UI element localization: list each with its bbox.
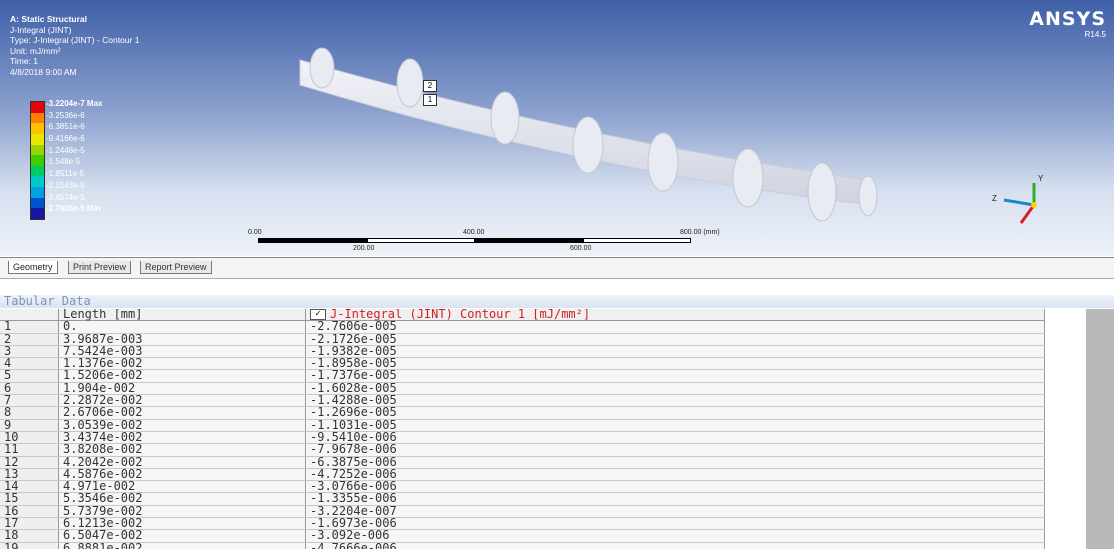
- scale-label-600: 600.00: [570, 245, 592, 252]
- jintegral-cell[interactable]: -6.3875e-006: [305, 455, 1045, 469]
- jintegral-cell[interactable]: -3.0766e-006: [305, 480, 1045, 494]
- jintegral-cell[interactable]: -9.5410e-006: [305, 431, 1045, 445]
- jintegral-cell[interactable]: -3.2204e-007: [305, 505, 1045, 519]
- flange: [490, 91, 520, 145]
- table-row[interactable]: 6 1.904e-002 -1.6028e-005: [0, 382, 1045, 396]
- graphics-viewport[interactable]: A: Static Structural J-Integral (JINT) T…: [0, 0, 1114, 256]
- flange: [858, 175, 878, 217]
- flange: [647, 132, 679, 192]
- svg-text:Z: Z: [992, 194, 997, 203]
- table-row[interactable]: 2 3.9687e-003 -2.1726e-005: [0, 332, 1045, 346]
- table-row[interactable]: 1 0. -2.7606e-005: [0, 320, 1045, 334]
- table-row[interactable]: 15 5.3546e-002 -1.3355e-006: [0, 492, 1045, 506]
- table-row[interactable]: 18 6.5047e-002 -3.092e-006: [0, 529, 1045, 543]
- table-row[interactable]: 17 6.1213e-002 -1.6973e-006: [0, 517, 1045, 531]
- flange: [396, 58, 424, 108]
- tab-geometry[interactable]: Geometry: [8, 261, 58, 274]
- table-row[interactable]: 4 1.1376e-002 -1.8958e-005: [0, 357, 1045, 371]
- table-row[interactable]: 11 3.8208e-002 -7.9678e-006: [0, 443, 1045, 457]
- scale-label-400: 400.00: [463, 229, 485, 236]
- jintegral-cell[interactable]: -1.3355e-006: [305, 492, 1045, 506]
- tab-print-preview[interactable]: Print Preview: [68, 261, 132, 274]
- probe-label-1[interactable]: 1: [423, 94, 437, 106]
- jintegral-cell[interactable]: -4.7666e-006: [305, 541, 1045, 549]
- table-row[interactable]: 16 5.7379e-002 -3.2204e-007: [0, 505, 1045, 519]
- scale-label-0: 0.00: [248, 229, 262, 236]
- jintegral-cell[interactable]: -1.9382e-005: [305, 345, 1045, 359]
- scale-bar: 0.00 400.00 800.00 (mm) 200.00 600.00: [248, 229, 788, 253]
- jintegral-cell[interactable]: -1.2696e-005: [305, 406, 1045, 420]
- scale-label-200: 200.00: [353, 245, 375, 252]
- view-tabs: Geometry Print Preview Report Preview: [0, 257, 1114, 279]
- axis-triad: Y Z: [992, 174, 1044, 224]
- table-row[interactable]: 12 4.2042e-002 -6.3875e-006: [0, 455, 1045, 469]
- jintegral-cell[interactable]: -1.6028e-005: [305, 382, 1045, 396]
- length-cell[interactable]: 6.8881e-002: [58, 541, 306, 549]
- col-header-length[interactable]: Length [mm]: [58, 309, 306, 322]
- jintegral-cell[interactable]: -1.6973e-006: [305, 517, 1045, 531]
- jintegral-cell[interactable]: -1.8958e-005: [305, 357, 1045, 371]
- tab-report-preview[interactable]: Report Preview: [140, 261, 212, 274]
- probe-label-2[interactable]: 2: [423, 80, 437, 92]
- table-row[interactable]: 3 7.5424e-003 -1.9382e-005: [0, 345, 1045, 359]
- row-index[interactable]: 19: [0, 541, 59, 549]
- svg-text:Y: Y: [1038, 174, 1044, 183]
- jintegral-cell[interactable]: -4.7252e-006: [305, 468, 1045, 482]
- scale-label-800: 800.00 (mm): [680, 229, 720, 236]
- table-row[interactable]: 14 4.971e-002 -3.0766e-006: [0, 480, 1045, 494]
- jintegral-cell[interactable]: -1.1031e-005: [305, 419, 1045, 432]
- table-row[interactable]: 10 3.4374e-002 -9.5410e-006: [0, 431, 1045, 445]
- jintegral-cell[interactable]: -1.4288e-005: [305, 394, 1045, 408]
- table-row[interactable]: 13 4.5876e-002 -4.7252e-006: [0, 468, 1045, 482]
- model-geometry[interactable]: Y Z: [0, 0, 1114, 256]
- flange: [807, 162, 837, 222]
- table-row[interactable]: 9 3.0539e-002 -1.1031e-005: [0, 419, 1045, 432]
- jintegral-cell[interactable]: -2.1726e-005: [305, 332, 1045, 346]
- tabular-data-grid[interactable]: Length [mm] ✓ J-Integral (JINT) Contour 1…: [0, 309, 1086, 549]
- jintegral-cell[interactable]: -7.9678e-006: [305, 443, 1045, 457]
- jintegral-cell[interactable]: -3.092e-006: [305, 529, 1045, 543]
- table-row[interactable]: 19 6.8881e-002 -4.7666e-006: [0, 541, 1045, 549]
- vertical-scrollbar[interactable]: [1086, 309, 1114, 549]
- flange: [732, 148, 764, 208]
- jintegral-cell[interactable]: -1.7376e-005: [305, 369, 1045, 383]
- tabular-data-title: Tabular Data: [0, 295, 1114, 308]
- flange: [572, 116, 604, 174]
- table-row[interactable]: 5 1.5206e-002 -1.7376e-005: [0, 369, 1045, 383]
- table-row[interactable]: 7 2.2872e-002 -1.4288e-005: [0, 394, 1045, 408]
- jintegral-cell[interactable]: -2.7606e-005: [305, 320, 1045, 334]
- flange: [309, 47, 335, 89]
- col-header-jintegral[interactable]: ✓ J-Integral (JINT) Contour 1 [mJ/mm²]: [305, 309, 1045, 322]
- table-row[interactable]: 8 2.6706e-002 -1.2696e-005: [0, 406, 1045, 420]
